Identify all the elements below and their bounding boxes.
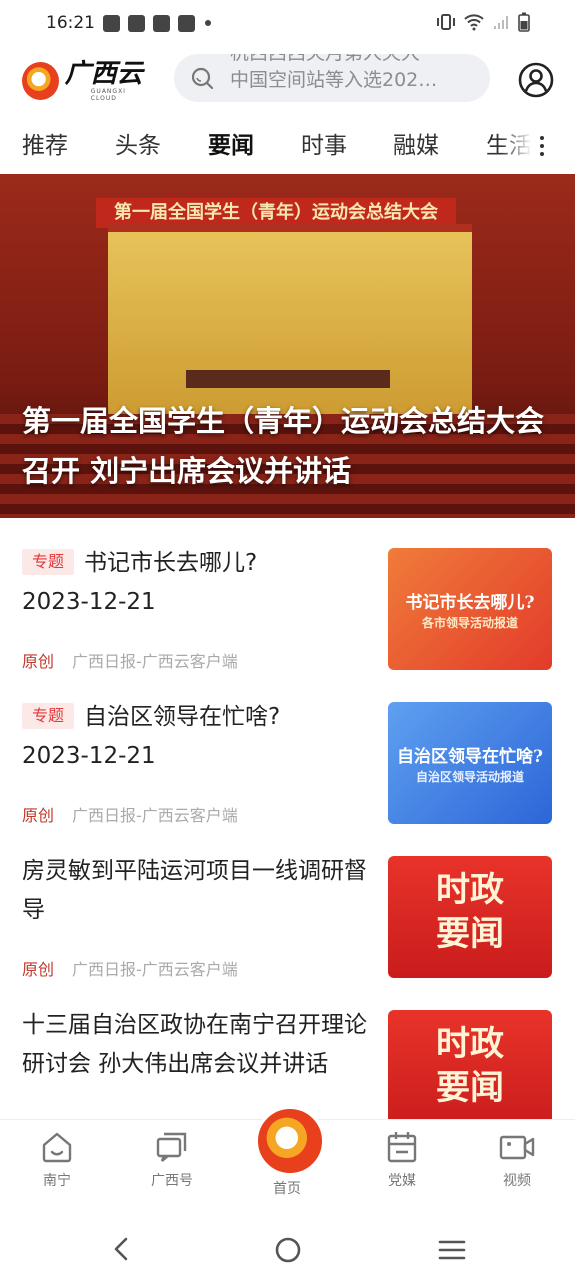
original-tag: 原创 [22,806,55,825]
calendar-icon [387,1132,417,1163]
system-navigation-bar [0,1206,575,1280]
news-thumbnail: 自治区领导在忙啥? 自治区领导活动报道 [388,702,552,824]
news-source: 广西日报-广西云客户端 [72,806,238,825]
hero-banner[interactable]: 第一届全国学生（青年）运动会总结大会 第一届全国学生（青年）运动会总结大会召开 … [0,174,575,518]
nav-guangxi-hao[interactable]: 广西号 [137,1130,207,1190]
tab-recommend[interactable]: 推荐 [22,126,68,160]
search-hint-previous: 杭西西西央月第人央大 [230,54,470,66]
news-thumbnail: 时政要闻 [388,1010,552,1132]
status-time: 16:21 [46,13,95,33]
nav-nanning[interactable]: 南宁 [22,1130,92,1190]
news-source: 广西日报-广西云客户端 [72,652,238,671]
notification-icon [103,14,120,32]
search-bar[interactable]: 杭西西西央月第人央大 中国空间站等入选202… [174,54,490,102]
signal-icon [494,16,508,29]
back-icon[interactable] [110,1236,132,1262]
logo-text: 广西云 [64,59,143,89]
original-tag: 原创 [22,652,55,671]
news-date: 2023-12-21 [22,589,156,615]
nav-home[interactable]: 首页 [252,1178,322,1198]
original-tag: 原创 [22,960,55,979]
tab-media[interactable]: 融媒 [393,126,439,160]
system-icons [436,12,530,32]
channel-tabs: 推荐 头条 要闻 时事 融媒 生活 [0,118,575,170]
logo-icon [22,62,59,100]
tab-current-affairs[interactable]: 时事 [301,126,347,160]
notification-icon [153,14,170,32]
nav-party-media[interactable]: 党媒 [367,1130,437,1190]
bottom-navigation: 南宁 广西号 首页 党媒 视频 [0,1106,575,1206]
topic-tag: 专题 [22,549,75,575]
tab-important-news[interactable]: 要闻 [208,126,254,160]
video-icon [499,1135,535,1160]
home-button-icon[interactable] [274,1236,302,1264]
news-thumbnail: 书记市长去哪儿? 各市领导活动报道 [388,548,552,670]
news-meta: 原创 广西日报-广西云客户端 [22,802,238,826]
news-title: 自治区领导在忙啥? [84,704,281,730]
hero-title: 第一届全国学生（青年）运动会总结大会召开 刘宁出席会议并讲话 [22,404,545,488]
news-source: 广西日报-广西云客户端 [72,960,238,979]
search-icon [191,67,214,90]
user-profile-icon[interactable] [518,62,554,98]
logo-icon[interactable] [255,1106,325,1176]
topic-tag: 专题 [22,703,75,729]
chat-icon [156,1132,187,1162]
news-date: 2023-12-21 [22,743,156,769]
news-meta: 原创 广西日报-广西云客户端 [22,648,238,672]
app-header: 广西云 GUANGXI CLOUD 杭西西西央月第人央大 中国空间站等入选202… [0,46,575,116]
home-icon [42,1132,72,1163]
status-bar: 16:21 [0,0,575,46]
logo-subtext: GUANGXI CLOUD [90,88,126,102]
notification-icon [178,14,195,32]
more-notifications-icon [205,20,211,26]
tab-headlines[interactable]: 头条 [115,126,161,160]
news-title: 书记市长去哪儿? [84,550,258,576]
news-meta: 原创 广西日报-广西云客户端 [22,956,238,980]
recents-icon[interactable] [438,1238,466,1262]
battery-icon [518,12,530,32]
more-channels-icon[interactable] [532,132,552,162]
app-logo[interactable]: 广西云 GUANGXI CLOUD [22,56,152,106]
news-thumbnail: 时政要闻 [388,856,552,978]
news-title: 十三届自治区政协在南宁召开理论研讨会 孙大伟出席会议并讲话 [22,1012,367,1077]
news-title: 房灵敏到平陆运河项目一线调研督导 [22,858,367,923]
search-hint: 中国空间站等入选202… [230,69,438,91]
nav-video[interactable]: 视频 [482,1130,552,1190]
wifi-icon [464,14,484,31]
vibrate-icon [437,14,455,30]
notification-icon [128,14,145,32]
